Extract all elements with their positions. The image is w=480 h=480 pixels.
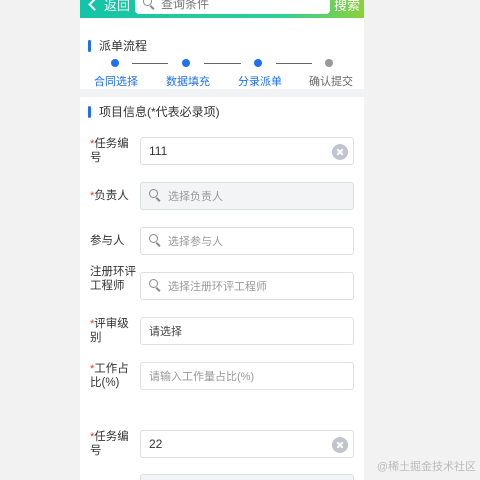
step-connector <box>204 63 241 64</box>
mobile-page: 返回 搜索 派单流程 合同选择 数据填充 分录派单 确认提交 项目信息(*代表必… <box>80 0 364 480</box>
section-divider <box>80 89 364 97</box>
task-number-input-2[interactable]: 22 <box>140 430 354 458</box>
task-number-label-2: *任务编号 <box>90 431 129 457</box>
next-field-partial[interactable] <box>140 474 354 480</box>
chevron-left-icon <box>88 0 101 11</box>
owner-select[interactable]: 选择负责人 <box>140 182 354 210</box>
task-number-input[interactable]: 111 <box>140 137 354 165</box>
search-input[interactable] <box>161 0 321 12</box>
owner-label: *负责人 <box>90 190 129 202</box>
step-label-data-fill[interactable]: 数据填充 <box>166 73 210 89</box>
step-dot-contract <box>111 59 119 67</box>
step-label-confirm[interactable]: 确认提交 <box>309 73 353 89</box>
engineer-select[interactable]: 选择注册环评工程师 <box>140 272 354 300</box>
search-icon <box>149 188 161 206</box>
step-dot-confirm <box>325 59 333 67</box>
search-box[interactable] <box>135 0 330 14</box>
work-ratio-input[interactable]: 请输入工作量占比(%) <box>140 362 354 390</box>
search-icon <box>143 0 155 10</box>
clear-icon[interactable] <box>332 437 348 453</box>
review-level-label: *评审级别 <box>90 318 129 344</box>
work-ratio-label: *工作占比(%) <box>90 363 129 389</box>
participant-select[interactable]: 选择参与人 <box>140 227 354 255</box>
step-label-dispatch[interactable]: 分录派单 <box>238 73 282 89</box>
step-dot-dispatch <box>254 59 262 67</box>
step-label-contract[interactable]: 合同选择 <box>94 73 138 89</box>
search-button[interactable]: 搜索 <box>334 0 360 14</box>
search-icon <box>149 278 161 296</box>
watermark-text: @稀土掘金技术社区 <box>376 461 476 473</box>
section-marker <box>88 105 91 118</box>
back-label: 返回 <box>104 0 131 13</box>
back-button[interactable]: 返回 <box>88 0 131 14</box>
dispatch-section-title: 派单流程 <box>88 37 147 54</box>
section-marker <box>88 39 91 52</box>
participant-label: 参与人 <box>90 235 125 247</box>
clear-icon[interactable] <box>332 144 348 160</box>
review-level-dropdown[interactable]: 请选择 <box>140 317 354 345</box>
search-icon <box>149 233 161 251</box>
engineer-label: 注册环评工程师 <box>90 266 136 292</box>
task-number-label: *任务编号 <box>90 138 129 164</box>
header-bar: 返回 搜索 <box>80 0 364 18</box>
step-dot-data-fill <box>182 59 190 67</box>
step-connector <box>276 63 312 64</box>
project-section-title: 项目信息(*代表必录项) <box>88 103 220 120</box>
step-connector <box>132 63 168 64</box>
